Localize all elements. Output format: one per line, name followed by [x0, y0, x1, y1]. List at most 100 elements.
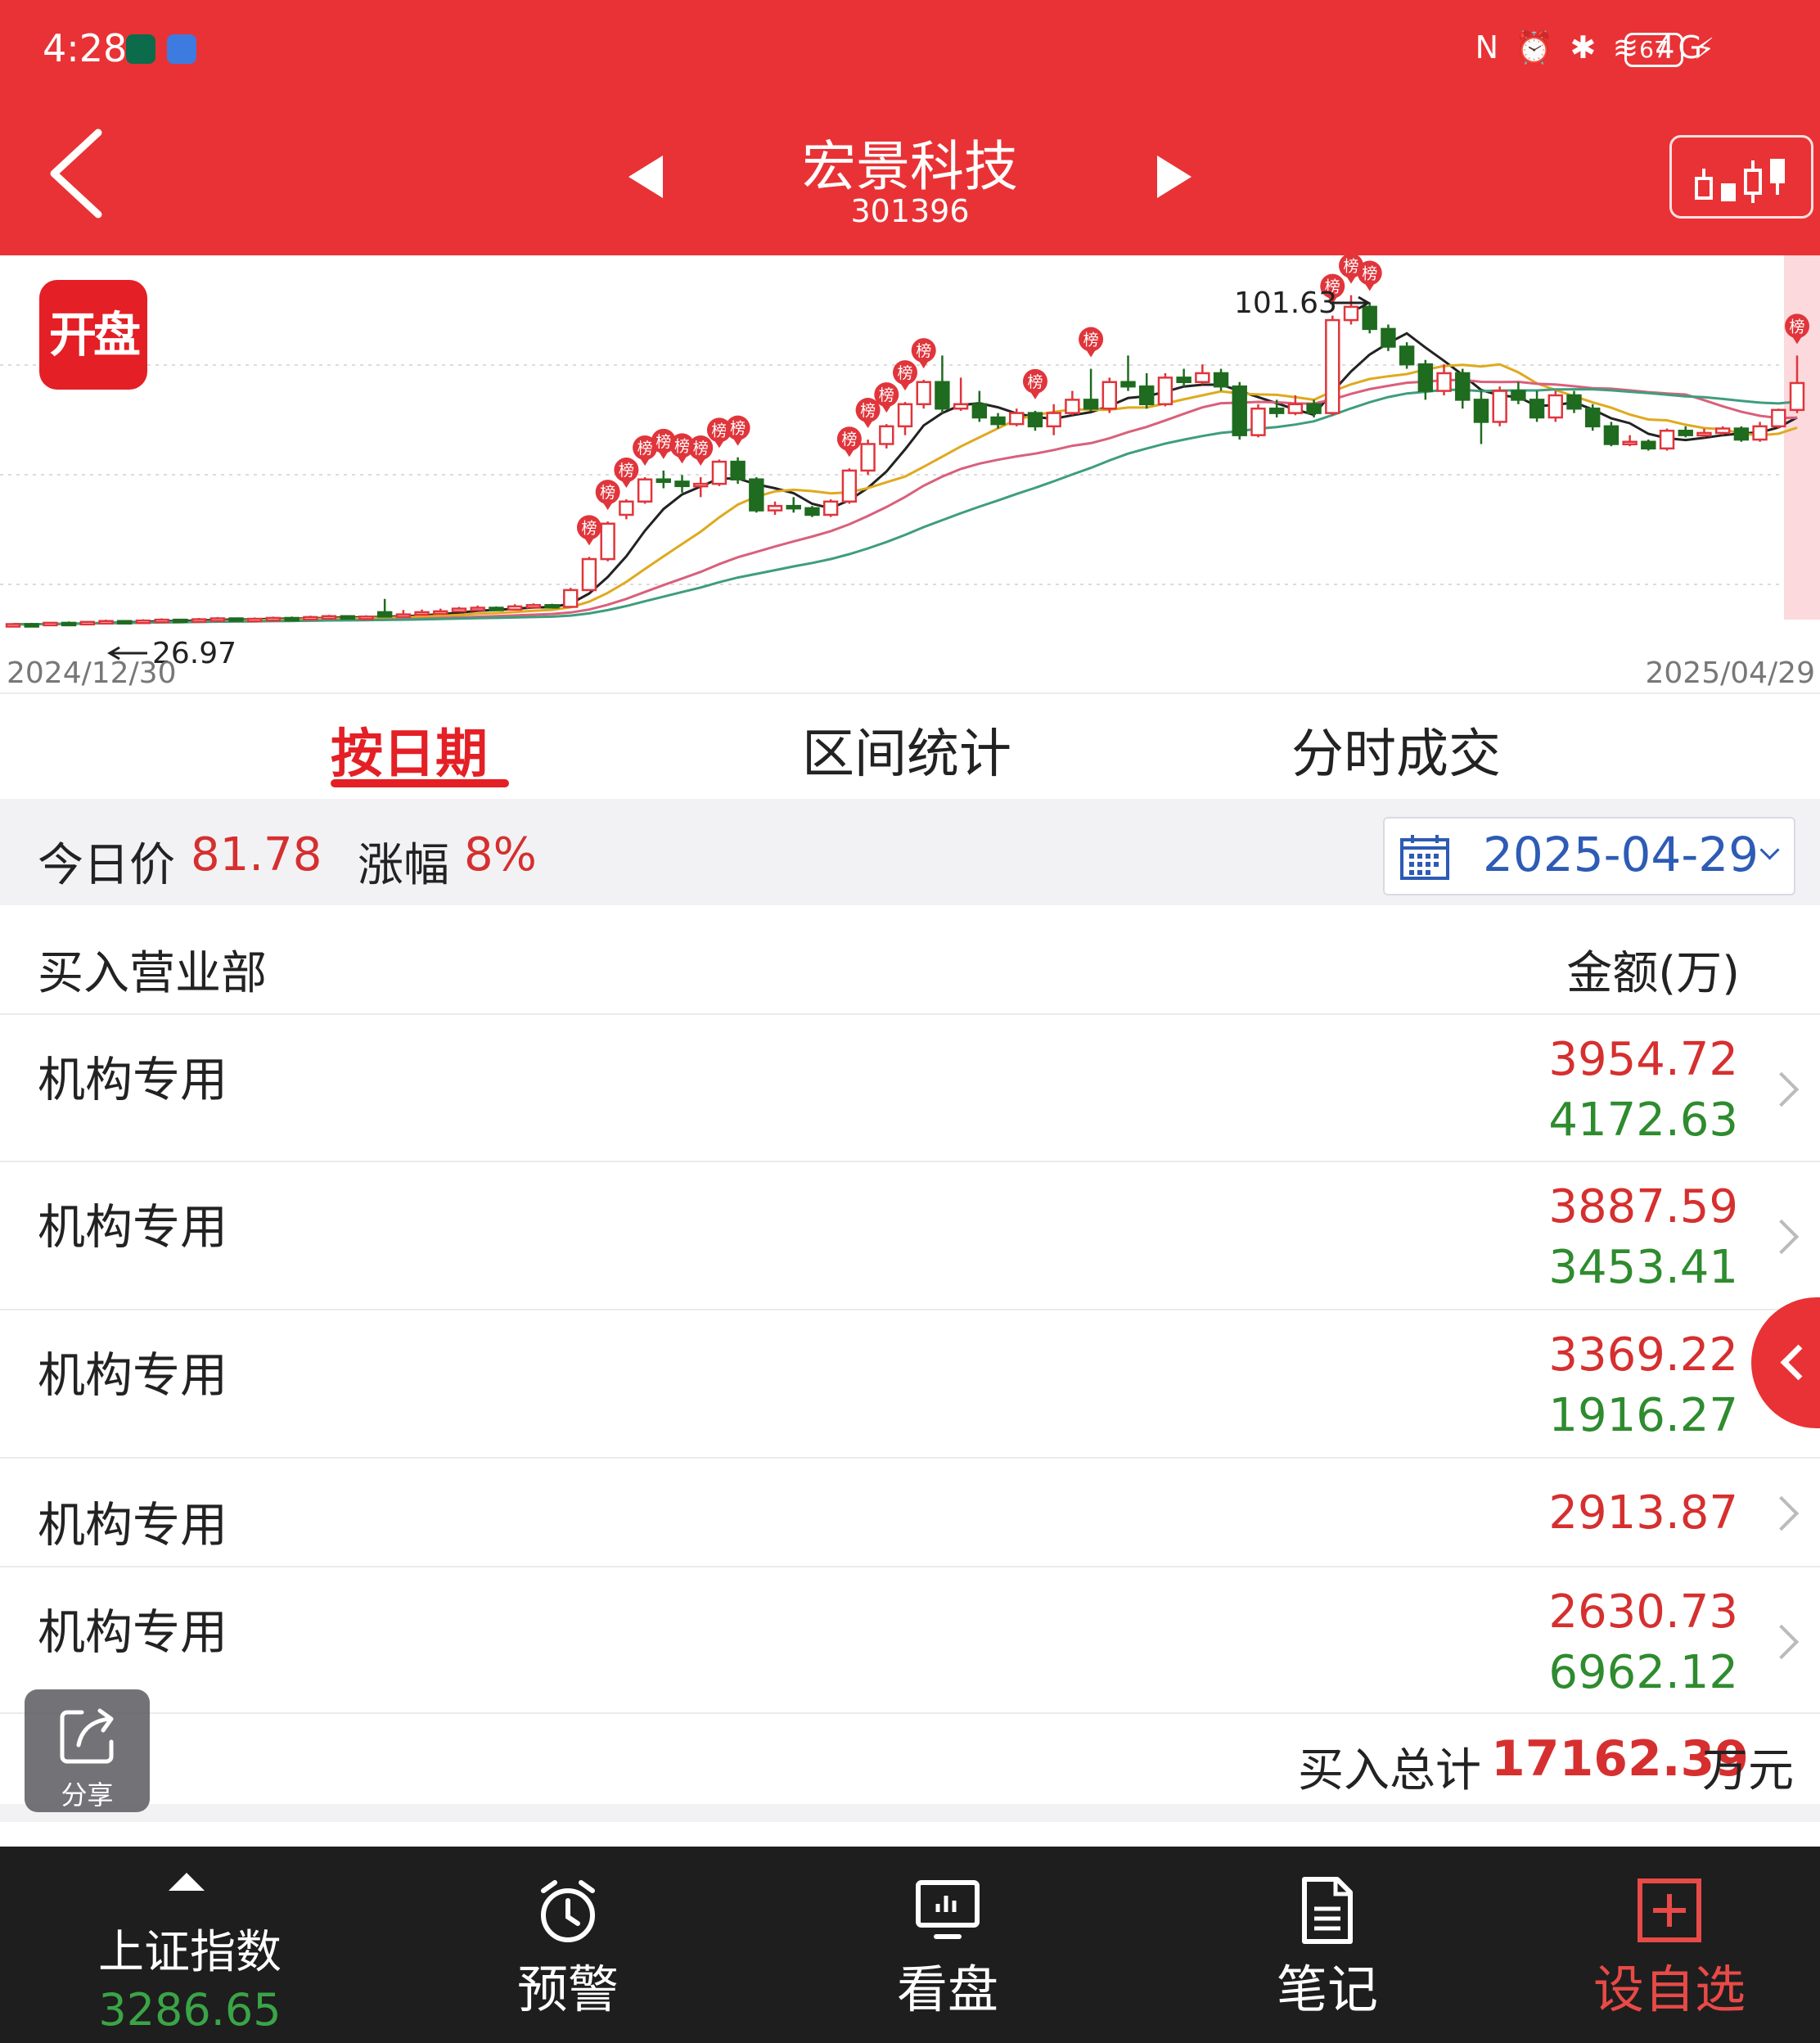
next-stock-arrow-icon[interactable] — [1157, 156, 1192, 198]
today-price-label: 今日价 — [38, 839, 175, 892]
tab-by-date[interactable]: 按日期 — [331, 712, 488, 787]
list-marker-icon[interactable]: 榜 — [911, 338, 936, 369]
nav-watch[interactable]: 看盘 — [825, 1847, 1070, 2043]
candle-body — [971, 403, 988, 419]
svg-text:榜: 榜 — [897, 364, 912, 382]
candle-body — [1789, 381, 1805, 412]
chevron-left-icon — [1780, 1344, 1817, 1381]
app-notification-icon — [126, 34, 155, 64]
svg-text:榜: 榜 — [1362, 264, 1377, 282]
list-marker-icon[interactable]: 榜 — [576, 515, 601, 546]
list-marker-icon[interactable]: 榜 — [688, 435, 714, 467]
candle-body — [284, 616, 300, 622]
tab-intraday-trades[interactable]: 分时成交 — [1291, 712, 1501, 787]
candle-body — [822, 500, 839, 516]
svg-text:榜: 榜 — [600, 484, 615, 502]
nav-notes-label: 笔记 — [1276, 1960, 1378, 2019]
date-picker[interactable]: 2025-04-29 — [1383, 817, 1795, 895]
svg-text:榜: 榜 — [619, 462, 634, 480]
candle-body — [1046, 412, 1061, 428]
list-marker-icon[interactable]: 榜 — [1357, 260, 1382, 291]
candle-body — [1585, 407, 1601, 428]
candle-body — [1083, 399, 1099, 410]
stock-name: 宏景科技 — [802, 135, 1018, 198]
current-day-highlight — [1784, 255, 1820, 620]
change-label: 涨幅 — [358, 839, 449, 892]
list-item[interactable]: 机构专用 2913.87 — [0, 1459, 1820, 1565]
candle-body — [1009, 412, 1025, 426]
back-arrow-icon[interactable] — [46, 124, 111, 223]
svg-text:榜: 榜 — [637, 440, 653, 458]
candle-body — [1232, 385, 1247, 436]
x-end-date: 2025/04/29 — [1646, 656, 1816, 690]
svg-text:榜: 榜 — [916, 342, 931, 360]
candle-body — [265, 616, 282, 622]
prev-stock-arrow-icon[interactable] — [628, 156, 663, 198]
sell-amount: 6962.12 — [1548, 1646, 1738, 1699]
svg-text:榜: 榜 — [879, 386, 894, 404]
svg-text:榜: 榜 — [674, 437, 690, 455]
list-marker-icon[interactable]: 榜 — [1079, 327, 1104, 358]
list-header-amount: 金额(万) — [1566, 947, 1740, 1000]
nav-alert[interactable]: 预警 — [445, 1847, 691, 2043]
candle-body — [395, 613, 412, 618]
stock-code: 301396 — [850, 193, 970, 229]
svg-text:榜: 榜 — [1083, 331, 1099, 350]
list-marker-icon[interactable]: 榜 — [725, 415, 750, 446]
list-item[interactable]: 机构专用 3369.22 1916.27 — [0, 1310, 1820, 1456]
kline-chart[interactable]: 榜榜榜榜榜榜榜榜 榜榜榜榜榜榜榜榜榜榜 榜榜 101.63 26.97 2024/1… — [0, 255, 1820, 697]
battery-icon: 67 — [1624, 33, 1683, 67]
share-icon — [60, 1708, 114, 1764]
list-marker-icon[interactable]: 榜 — [595, 480, 620, 511]
caret-up-icon[interactable] — [169, 1873, 205, 1891]
list-marker-icon[interactable]: 榜 — [855, 398, 881, 429]
candle-body — [1696, 431, 1712, 437]
nav-alert-label: 预警 — [516, 1960, 619, 2019]
app-notification-icon-2 — [167, 34, 196, 64]
nav-notes[interactable]: 笔记 — [1205, 1847, 1450, 2043]
kline-toggle-button[interactable] — [1669, 135, 1813, 219]
candle-body — [860, 443, 876, 472]
list-item[interactable]: 机构专用 3887.59 3453.41 — [0, 1162, 1820, 1308]
divider — [0, 1712, 1820, 1714]
chevron-down-icon — [1759, 840, 1780, 860]
index-name[interactable]: 上证指数 — [67, 1915, 313, 1982]
svg-text:榜: 榜 — [1789, 318, 1804, 336]
candle-body — [1566, 394, 1582, 410]
monitor-chart-icon — [916, 1880, 980, 1939]
list-item[interactable]: 机构专用 2630.73 6962.12 — [0, 1567, 1820, 1713]
candle-body — [804, 507, 820, 516]
candle-body — [1733, 427, 1750, 441]
buy-amount: 2913.87 — [1548, 1486, 1738, 1540]
kaipan-logo[interactable]: 开盘 — [39, 280, 147, 390]
candle-body — [1603, 425, 1620, 445]
candle-body — [1362, 305, 1377, 331]
candle-body — [1473, 399, 1489, 423]
buyer-name: 机构专用 — [38, 1497, 228, 1553]
sell-amount: 3453.41 — [1548, 1241, 1738, 1294]
charging-icon: ⚡ — [1694, 33, 1715, 66]
candle-body — [43, 621, 58, 627]
list-marker-icon[interactable]: 榜 — [836, 426, 862, 458]
total-unit: 万元 — [1702, 1744, 1794, 1797]
candle-body — [841, 469, 858, 503]
candle-body — [414, 611, 430, 616]
candle-body — [24, 623, 39, 628]
selected-date: 2025-04-29 — [1483, 827, 1759, 882]
candle-body — [61, 621, 77, 627]
nav-add-watchlist[interactable]: 设自选 — [1547, 1847, 1792, 2043]
index-value: 3286.65 — [98, 1984, 282, 2036]
calendar-icon — [1400, 835, 1449, 880]
list-marker-icon[interactable]: 榜 — [614, 458, 639, 489]
candle-body — [916, 381, 931, 406]
tab-range-stats[interactable]: 区间统计 — [802, 712, 1011, 787]
candle-body — [1065, 399, 1080, 414]
candle-body — [191, 618, 207, 623]
candle-body — [525, 604, 542, 609]
share-button[interactable]: 分享 — [25, 1689, 150, 1812]
list-item[interactable]: 机构专用 3954.72 4172.63 — [0, 1015, 1820, 1161]
candle-body — [1213, 372, 1229, 388]
list-marker-icon[interactable]: 榜 — [893, 360, 917, 391]
buy-amount: 3887.59 — [1548, 1180, 1738, 1233]
list-marker-icon[interactable]: 榜 — [1022, 368, 1047, 399]
